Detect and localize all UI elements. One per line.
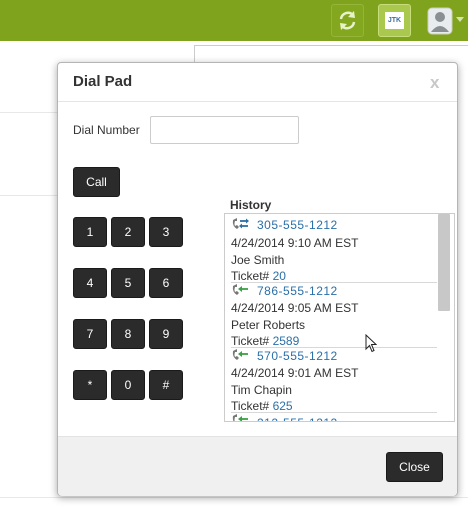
close-button[interactable]: Close [386,452,443,482]
dialog-title: Dial Pad [73,73,133,90]
app-button[interactable]: JTK [378,4,411,37]
call-button[interactable]: Call [73,167,120,197]
key-4[interactable]: 4 [73,268,107,298]
dialog-header: Dial Pad x [58,63,457,102]
key-star[interactable]: * [73,370,107,400]
key-1[interactable]: 1 [73,217,107,247]
history-scrollbar-thumb[interactable] [438,214,450,311]
ticket-link[interactable]: 20 [273,269,286,283]
background-divider [0,195,58,196]
call-transfer-icon [232,218,249,229]
history-phone-number[interactable]: 786-555-1212 [257,284,338,298]
history-phone-number[interactable]: 305-555-1212 [257,218,338,232]
incoming-call-icon [232,349,248,360]
refresh-button[interactable] [331,4,364,37]
mouse-cursor-icon [365,334,377,353]
key-6[interactable]: 6 [149,268,183,298]
history-phone-number[interactable]: 570-555-1212 [257,349,338,363]
history-ticket: Ticket# 625 [231,399,293,413]
dial-pad-dialog: Dial Pad x Dial Number Call 1 2 3 4 5 6 … [57,62,458,496]
ticket-link[interactable]: 625 [273,399,293,413]
user-menu-button[interactable] [427,6,453,36]
history-item[interactable]: 786-555-1212 4/24/2014 9:05 AM EST Peter… [231,282,437,348]
key-hash[interactable]: # [149,370,183,400]
history-datetime: 4/24/2014 9:10 AM EST [231,236,359,250]
dial-number-input[interactable] [150,116,299,144]
close-icon[interactable]: x [430,73,439,93]
background-divider [0,497,468,498]
history-phone-number[interactable]: 212-555-1212 [257,416,338,421]
incoming-call-icon [232,284,248,295]
history-contact-name: Joe Smith [231,253,285,267]
ticket-prefix: Ticket# [231,399,270,413]
app-logo-icon: JTK [385,12,404,29]
ticket-prefix: Ticket# [231,334,270,348]
history-item[interactable]: 305-555-1212 4/24/2014 9:10 AM EST Joe S… [231,216,437,283]
incoming-call-icon [232,414,248,421]
history-ticket: Ticket# 2589 [231,334,299,348]
key-3[interactable]: 3 [149,217,183,247]
key-8[interactable]: 8 [111,319,145,349]
key-0[interactable]: 0 [111,370,145,400]
key-2[interactable]: 2 [111,217,145,247]
history-contact-name: Peter Roberts [231,318,306,332]
key-5[interactable]: 5 [111,268,145,298]
history-ticket: Ticket# 20 [231,269,286,283]
refresh-icon [339,11,356,30]
history-contact-name: Tim Chapin [231,383,292,397]
dialog-footer: Close [58,436,457,496]
history-datetime: 4/24/2014 9:01 AM EST [231,366,359,380]
key-7[interactable]: 7 [73,319,107,349]
chevron-down-icon[interactable] [456,17,464,22]
ticket-prefix: Ticket# [231,269,270,283]
user-icon [427,7,453,35]
dial-number-label: Dial Number [73,123,140,137]
ticket-link[interactable]: 2589 [273,334,300,348]
history-datetime: 4/24/2014 9:05 AM EST [231,301,359,315]
background-divider [0,112,58,113]
history-item[interactable]: 570-555-1212 4/24/2014 9:01 AM EST Tim C… [231,347,437,413]
history-label: History [230,198,272,212]
history-item[interactable]: 212-555-1212 [231,412,437,421]
top-bar: JTK [0,0,468,41]
history-list[interactable]: 305-555-1212 4/24/2014 9:10 AM EST Joe S… [224,213,455,422]
key-9[interactable]: 9 [149,319,183,349]
